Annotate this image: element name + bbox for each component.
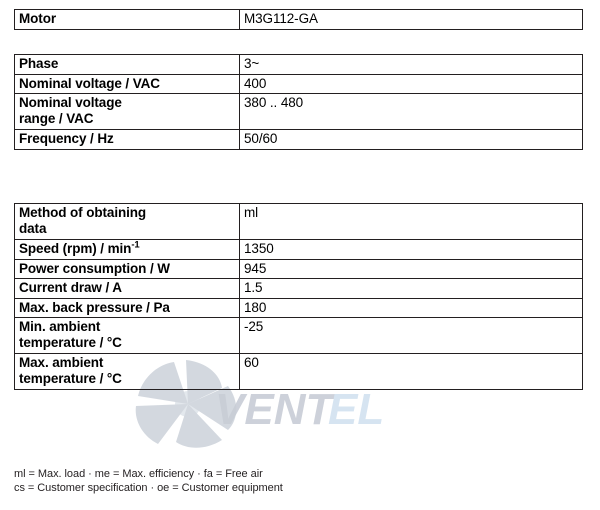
row-value-max-back-pressure: 180: [239, 297, 583, 318]
row-value-current-draw: 1.5: [239, 278, 583, 299]
label-line-1: Method of obtaining: [19, 205, 147, 220]
row-value-nominal-voltage: 400: [239, 73, 583, 94]
label-line-2: data: [19, 220, 47, 236]
watermark-text-secondary: EL: [328, 385, 384, 434]
table-row: Speed (rpm) / min-1 1350: [14, 239, 583, 260]
label-line-2: temperature / °C: [19, 334, 122, 350]
power-supply-table: Phase 3~ Nominal voltage / VAC 400 Nomin…: [14, 54, 583, 150]
label-line-1: Max. ambient: [19, 355, 104, 370]
watermark-text-primary: VENT: [215, 385, 335, 434]
label-line-1: Nominal voltage: [19, 95, 122, 110]
row-value-phase: 3~: [239, 54, 583, 75]
table-row: Min. ambient temperature / °C -25: [14, 317, 583, 354]
row-value-method-of-obtaining-data: ml: [239, 203, 583, 240]
row-label: Motor: [14, 9, 240, 30]
label-line-1: Min. ambient: [19, 319, 101, 334]
performance-table: Method of obtaining data ml Speed (rpm) …: [14, 203, 583, 390]
table-row: Max. back pressure / Pa 180: [14, 297, 583, 318]
table-row: Current draw / A 1.5: [14, 278, 583, 299]
row-label-current-draw: Current draw / A: [14, 278, 240, 299]
row-label-speed: Speed (rpm) / min-1: [14, 239, 240, 260]
row-label-method-of-obtaining-data: Method of obtaining data: [14, 203, 240, 240]
row-value-frequency: 50/60: [239, 129, 583, 150]
row-value-power-consumption: 945: [239, 258, 583, 279]
label-line-2: range / VAC: [19, 110, 94, 126]
row-label-max-back-pressure: Max. back pressure / Pa: [14, 297, 240, 318]
row-label-frequency: Frequency / Hz: [14, 129, 240, 150]
row-label-phase: Phase: [14, 54, 240, 75]
row-value-min-ambient-temperature: -25: [239, 317, 583, 354]
legend-line-2: cs = Customer specification · oe = Custo…: [14, 481, 283, 494]
row-value-speed: 1350: [239, 239, 583, 260]
label-superscript: -1: [131, 239, 140, 251]
row-label-power-consumption: Power consumption / W: [14, 258, 240, 279]
label-text: Speed (rpm) / min: [19, 241, 132, 256]
row-value-nominal-voltage-range: 380 .. 480: [239, 93, 583, 130]
table-row: Power consumption / W 945: [14, 258, 583, 279]
row-label-nominal-voltage: Nominal voltage / VAC: [14, 73, 240, 94]
row-label-nominal-voltage-range: Nominal voltage range / VAC: [14, 93, 240, 130]
row-value: M3G112-GA: [239, 9, 583, 30]
legend-footnote: ml = Max. load · me = Max. efficiency · …: [14, 468, 283, 495]
table-row: Nominal voltage range / VAC 380 .. 480: [14, 93, 583, 130]
table-row: Max. ambient temperature / °C 60: [14, 353, 583, 390]
row-label-max-ambient-temperature: Max. ambient temperature / °C: [14, 353, 240, 390]
table-row: Phase 3~: [14, 54, 583, 75]
table-row: Nominal voltage / VAC 400: [14, 73, 583, 94]
table-row: Motor M3G112-GA: [14, 9, 583, 30]
motor-table: Motor M3G112-GA: [14, 9, 583, 30]
table-row: Frequency / Hz 50/60: [14, 129, 583, 150]
legend-line-1: ml = Max. load · me = Max. efficiency · …: [14, 468, 263, 480]
label-line-2: temperature / °C: [19, 370, 122, 386]
table-row: Method of obtaining data ml: [14, 203, 583, 240]
row-value-max-ambient-temperature: 60: [239, 353, 583, 390]
row-label-min-ambient-temperature: Min. ambient temperature / °C: [14, 317, 240, 354]
